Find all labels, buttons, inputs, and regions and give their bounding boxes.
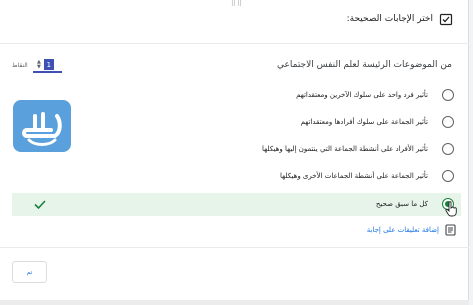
points-value[interactable]: 1 [43, 59, 54, 70]
radio-button[interactable] [442, 116, 454, 128]
points-stepper[interactable]: ▲ ▼ [37, 59, 41, 70]
points-label: النقاط [12, 62, 28, 69]
stepper-down-icon[interactable]: ▼ [37, 64, 41, 70]
feedback-icon [445, 224, 456, 236]
scrollbar[interactable] [469, 0, 473, 305]
add-feedback-link[interactable]: إضافة تعليقات على إجابة [367, 222, 456, 238]
checklist-icon [439, 13, 453, 26]
header-title: اختر الإجابات الصحيحة: [346, 14, 433, 24]
feedback-link-text[interactable]: إضافة تعليقات على إجابة [367, 226, 439, 234]
hand-cursor-icon [445, 201, 457, 217]
option-label: تأثير الأفراد على أنشطة الجماعة التي ينت… [262, 145, 428, 153]
option-label: كل ما سبق صحيح [375, 200, 428, 208]
question-card: ⠿⠿ اختر الإجابات الصحيحة: من الموضوعات ا… [0, 0, 469, 300]
radio-button[interactable] [442, 89, 454, 101]
check-icon [34, 200, 46, 210]
option-2[interactable]: تأثير الجماعة على سلوك أفرادها ومعتقداته… [301, 113, 454, 131]
done-button[interactable]: تم [12, 261, 47, 283]
points-input[interactable]: ▲ ▼ 1 [33, 58, 62, 73]
option-label: تأثير الجماعة على أنشطة الجماعات الأخرى … [279, 172, 428, 180]
question-text: من الموضوعات الرئيسة لعلم النفس الاجتماع… [277, 60, 452, 70]
option-label: تأثير الجماعة على سلوك أفرادها ومعتقداته… [300, 118, 428, 126]
radio-button[interactable] [442, 143, 454, 155]
option-5[interactable]: كل ما سبق صحيح [376, 195, 454, 213]
watermark-logo [13, 100, 71, 152]
option-label: تأثير فرد واحد على سلوك الآخرين ومعتقدات… [296, 91, 428, 99]
footer-divider [0, 247, 469, 248]
option-1[interactable]: تأثير فرد واحد على سلوك الآخرين ومعتقدات… [296, 86, 454, 104]
option-4[interactable]: تأثير الجماعة على أنشطة الجماعات الأخرى … [280, 167, 454, 185]
option-3[interactable]: تأثير الأفراد على أنشطة الجماعة التي ينت… [262, 140, 454, 158]
drag-handle-icon[interactable]: ⠿⠿ [229, 1, 245, 8]
radio-button[interactable] [442, 170, 454, 182]
header-divider [0, 43, 469, 44]
answer-key-header: اختر الإجابات الصحيحة: [347, 10, 453, 28]
